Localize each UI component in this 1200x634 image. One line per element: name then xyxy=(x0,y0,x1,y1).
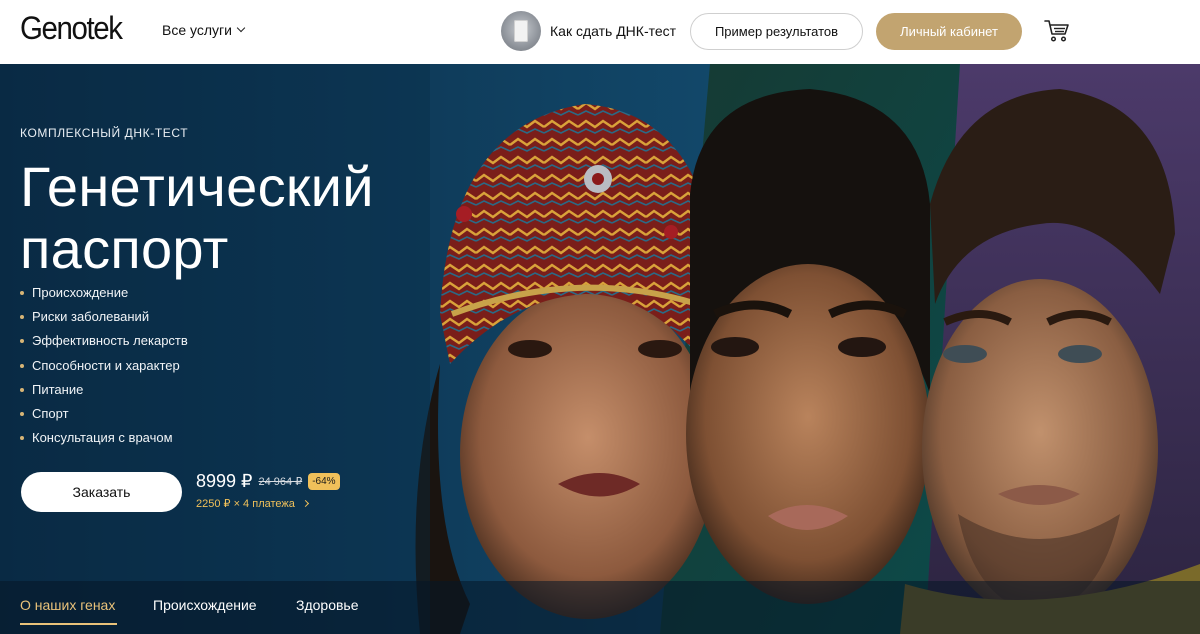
feature-item: Происхождение xyxy=(20,284,188,308)
feature-item: Риски заболеваний xyxy=(20,308,188,332)
bullet-dot xyxy=(20,387,24,392)
feature-item: Спорт xyxy=(20,405,188,429)
feature-label: Способности и характер xyxy=(32,357,180,373)
feature-item: Консультация с врачом xyxy=(20,429,188,453)
feature-list: Происхождение Риски заболеваний Эффектив… xyxy=(20,284,188,453)
old-price: 24 964 ₽ xyxy=(258,476,303,488)
how-to-take-test-label: Как сдать ДНК-тест xyxy=(550,23,677,39)
cart-icon[interactable] xyxy=(1044,19,1070,43)
installment-link[interactable]: 2250 ₽ × 4 платежа xyxy=(196,497,309,510)
feature-label: Риски заболеваний xyxy=(32,309,150,325)
price-block: 8999 ₽ 24 964 ₽ -64% xyxy=(196,471,340,492)
hero-title: Генетический паспорт xyxy=(20,156,440,280)
bullet-dot xyxy=(20,315,24,320)
bullet-dot xyxy=(20,291,24,295)
feature-label: Эффективность лекарств xyxy=(32,333,188,349)
feature-item: Питание xyxy=(20,381,188,405)
chevron-down-icon xyxy=(236,23,246,33)
feature-item: Способности и характер xyxy=(20,357,188,381)
section-tabs: О наших генах Происхождение Здоровье xyxy=(0,581,1200,634)
current-price: 8999 ₽ xyxy=(196,471,253,491)
bullet-dot xyxy=(20,339,24,344)
site-header: Genotek Все услуги Как сдать ДНК-тест Пр… xyxy=(0,0,1200,64)
tab-about-genes[interactable]: О наших генах xyxy=(20,597,115,623)
tab-health[interactable]: Здоровье xyxy=(296,597,359,623)
hero-title-line2: паспорт xyxy=(20,217,229,280)
hero-banner: КОМПЛЕКСНЫЙ ДНК-ТЕСТ Генетический паспор… xyxy=(0,64,1200,634)
discount-badge: -64% xyxy=(308,473,340,490)
services-dropdown[interactable]: Все услуги xyxy=(162,22,246,38)
hero-title-line1: Генетический xyxy=(20,155,374,218)
services-label: Все услуги xyxy=(162,22,232,38)
genotek-logo[interactable]: Genotek xyxy=(20,10,123,47)
feature-label: Происхождение xyxy=(32,285,129,300)
chevron-right-icon xyxy=(301,499,309,508)
personal-account-button[interactable]: Личный кабинет xyxy=(876,13,1022,50)
test-kit-thumbnail xyxy=(501,11,541,51)
order-button[interactable]: Заказать xyxy=(21,472,182,512)
how-to-take-test-link[interactable]: Как сдать ДНК-тест xyxy=(501,11,676,51)
bullet-dot xyxy=(20,411,24,416)
feature-item: Эффективность лекарств xyxy=(20,332,188,356)
feature-label: Спорт xyxy=(32,405,69,421)
feature-label: Консультация с врачом xyxy=(32,430,173,446)
tab-origin[interactable]: Происхождение xyxy=(153,597,257,623)
installment-label: 2250 ₽ × 4 платежа xyxy=(196,498,295,510)
active-tab-indicator xyxy=(20,623,117,625)
bullet-dot xyxy=(20,363,24,368)
sample-results-button[interactable]: Пример результатов xyxy=(690,13,863,50)
bullet-dot xyxy=(20,436,24,441)
feature-label: Питание xyxy=(32,381,84,397)
hero-kicker: КОМПЛЕКСНЫЙ ДНК-ТЕСТ xyxy=(20,126,189,140)
